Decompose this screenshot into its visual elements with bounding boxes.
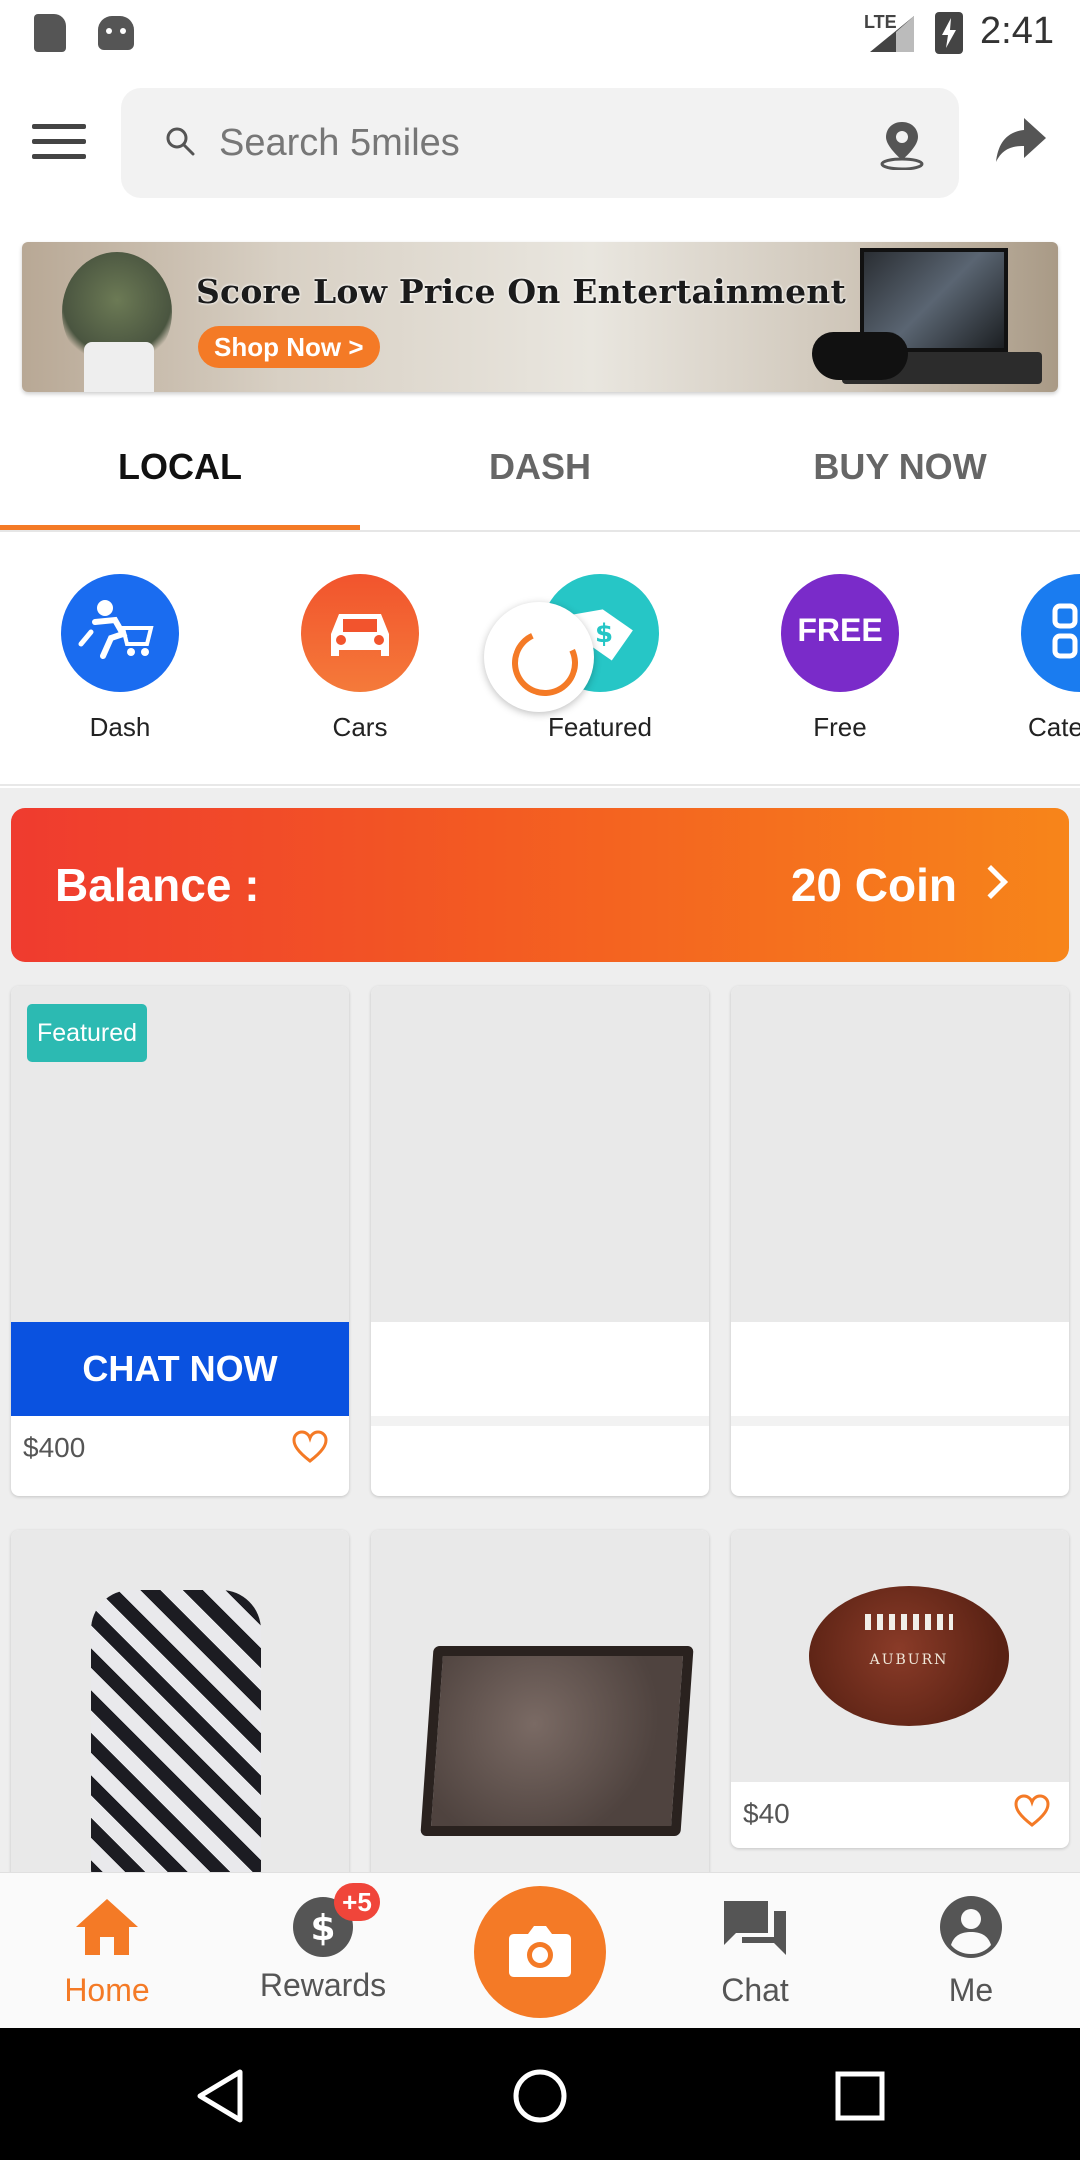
football-image: AUBURN [809, 1586, 1009, 1726]
heart-icon[interactable] [1013, 1794, 1051, 1828]
search-input[interactable] [219, 116, 779, 170]
chevron-right-icon [974, 865, 1008, 899]
nav-chat[interactable]: Chat [665, 1895, 845, 2009]
product-card[interactable] [371, 1530, 709, 1890]
coffee-table-photo [371, 1530, 709, 1890]
system-nav-bar [0, 2028, 1080, 2160]
product-card[interactable]: Featured CHAT NOW $400 [11, 986, 349, 1496]
product-image-placeholder [371, 986, 709, 1322]
chat-now-button[interactable]: CHAT NOW [11, 1322, 349, 1416]
status-bar: LTE 2:41 [0, 0, 1080, 66]
product-card[interactable] [371, 986, 709, 1496]
nav-label: Me [948, 1972, 994, 2008]
location-pin-icon[interactable] [879, 120, 925, 170]
heart-icon[interactable] [291, 1430, 329, 1464]
banner-headline: Score Low Price On Entertainment [196, 272, 846, 311]
football-laces [865, 1614, 953, 1630]
svg-text:$: $ [310, 1908, 335, 1949]
signal-icon [870, 16, 914, 52]
free-icon-text: FREE [797, 612, 883, 648]
coin-balance-banner[interactable]: Balance : 20 Coin [11, 808, 1069, 962]
category-dash[interactable]: Dash [20, 574, 220, 743]
svg-text:$: $ [595, 619, 613, 649]
home-icon [76, 1899, 138, 1955]
dash-cart-icon [61, 574, 179, 692]
car-icon [301, 574, 419, 692]
nav-me[interactable]: Me [881, 1895, 1061, 2009]
tab-buy-now[interactable]: BUY NOW [720, 412, 1080, 530]
home-circle-icon[interactable] [512, 2068, 568, 2124]
battery-icon [935, 12, 963, 54]
balance-label: Balance : [55, 859, 260, 911]
dress-image [91, 1590, 261, 1880]
nav-label: Rewards [259, 1967, 387, 2003]
loading-spinner [484, 602, 594, 712]
free-icon: FREE [781, 574, 899, 692]
pot-image [84, 342, 154, 392]
loading-placeholder [371, 1416, 709, 1426]
menu-icon[interactable] [32, 124, 86, 164]
category-free[interactable]: FREE Free [740, 574, 940, 743]
clock: 2:41 [980, 10, 1054, 52]
product-card[interactable] [11, 1530, 349, 1890]
person-icon [940, 1896, 1002, 1958]
tab-local[interactable]: LOCAL [0, 412, 360, 530]
category-label: Cars [332, 712, 388, 742]
back-icon[interactable] [194, 2068, 250, 2124]
product-price: $40 [743, 1798, 790, 1829]
featured-badge: Featured [27, 1004, 148, 1062]
football-brand: AUBURN [869, 1652, 949, 1668]
loading-placeholder [731, 1416, 1069, 1426]
football-photo: AUBURN [731, 1530, 1069, 1782]
product-card[interactable]: AUBURN $40 [731, 1530, 1069, 1848]
recents-icon[interactable] [832, 2068, 888, 2124]
game-controller-image [812, 332, 908, 380]
promo-banner[interactable]: Score Low Price On Entertainment Shop No… [22, 242, 1058, 392]
nav-rewards[interactable]: $ +5 Rewards [233, 1883, 413, 2004]
chat-icon [724, 1901, 786, 1955]
table-image [420, 1646, 694, 1836]
nav-home[interactable]: Home [17, 1895, 197, 2009]
nav-label: Home [64, 1972, 150, 2008]
sd-card-icon [34, 14, 66, 52]
category-label: Cate [1028, 712, 1080, 742]
tab-bar: LOCAL DASH BUY NOW [0, 412, 1080, 532]
share-icon[interactable] [994, 112, 1048, 168]
search-icon [166, 127, 195, 156]
categories-icon [1021, 574, 1080, 692]
category-categories[interactable]: Cate [980, 574, 1080, 743]
category-label: Dash [89, 712, 151, 742]
android-debug-icon [98, 16, 134, 50]
rewards-badge: +5 [334, 1883, 380, 1921]
category-cars[interactable]: Cars [260, 574, 460, 743]
tab-dash[interactable]: DASH [360, 412, 720, 530]
product-card[interactable] [731, 986, 1069, 1496]
dress-photo [11, 1530, 349, 1890]
camera-icon [509, 1926, 571, 1977]
balance-value: 20 Coin [790, 859, 957, 911]
category-label: Featured [547, 712, 653, 742]
product-image-placeholder [731, 986, 1069, 1322]
search-bar[interactable] [121, 88, 959, 198]
nav-label: Chat [721, 1972, 789, 2008]
sell-camera-button[interactable] [474, 1886, 606, 2018]
category-label: Free [813, 712, 867, 742]
dollar-icon: $ +5 [288, 1883, 380, 1959]
product-price: $400 [23, 1432, 86, 1463]
shop-now-button[interactable]: Shop Now > [198, 326, 380, 368]
